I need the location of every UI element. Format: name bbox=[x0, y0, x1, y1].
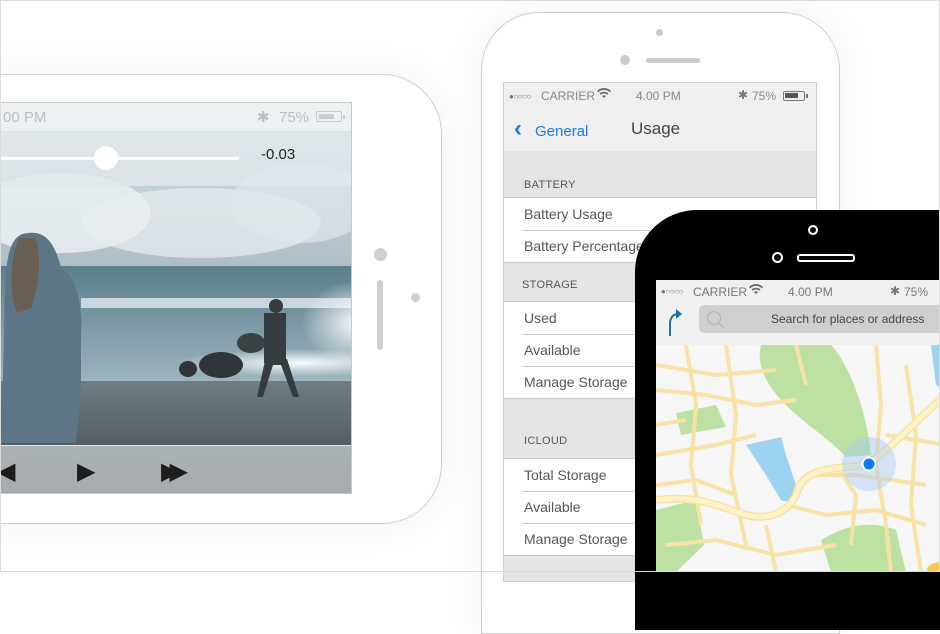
playback-controls: ◀ ▶ ▶▶ bbox=[1, 445, 351, 493]
search-placeholder: Search for places or address bbox=[771, 312, 925, 326]
back-chevron-icon[interactable]: ‹ bbox=[514, 117, 522, 141]
battery-percent: 75% bbox=[904, 285, 929, 299]
map-view[interactable] bbox=[656, 345, 940, 572]
front-camera bbox=[374, 248, 387, 261]
status-time: 00 PM bbox=[3, 109, 47, 126]
scrubber-track[interactable] bbox=[1, 157, 239, 160]
carrier-label: CARRIER bbox=[541, 89, 596, 103]
status-bar: 00 PM ✱ 75% bbox=[1, 103, 351, 131]
video-player-screen[interactable]: 00 PM ✱ 75% -0.03 ◀ ▶ ▶▶ bbox=[0, 102, 352, 494]
sensor-dot bbox=[620, 55, 630, 65]
scrubber-bar: -0.03 bbox=[1, 131, 351, 186]
battery-icon bbox=[783, 91, 805, 101]
play-button[interactable]: ▶ bbox=[77, 460, 95, 484]
status-bar: ●○○○○ CARRIER 4.00 PM ✱ 75% bbox=[656, 280, 940, 302]
section-header-battery: BATTERY bbox=[524, 179, 576, 191]
rewind-button[interactable]: ◀ bbox=[1, 460, 15, 484]
wifi-icon bbox=[597, 88, 611, 102]
front-camera bbox=[656, 29, 663, 36]
signal-strength: ●○○○○ bbox=[661, 287, 683, 296]
battery-tip bbox=[806, 94, 808, 98]
bluetooth-icon: ✱ bbox=[257, 109, 270, 126]
status-time: 4.00 PM bbox=[636, 89, 681, 103]
directions-icon[interactable] bbox=[665, 306, 685, 343]
maps-screen: ●○○○○ CARRIER 4.00 PM ✱ 75% Search for p… bbox=[656, 280, 940, 572]
scrubber-thumb[interactable] bbox=[93, 146, 118, 170]
status-bar: ●○○○○ CARRIER 4.00 PM ✱ 75% bbox=[504, 83, 816, 109]
page-title: Usage bbox=[631, 119, 681, 138]
bluetooth-icon: ✱ bbox=[738, 88, 749, 102]
navigation-bar: ‹ General Usage bbox=[504, 109, 816, 151]
carrier-label: CARRIER bbox=[693, 285, 748, 299]
front-camera bbox=[808, 225, 818, 235]
status-time: 4.00 PM bbox=[788, 285, 833, 299]
sensor-dot bbox=[772, 252, 783, 263]
search-icon bbox=[705, 309, 727, 336]
back-button[interactable]: General bbox=[535, 123, 588, 140]
speaker-grille bbox=[377, 280, 383, 350]
earpiece-speaker bbox=[797, 254, 855, 262]
fast-forward-button[interactable]: ▶▶ bbox=[161, 460, 188, 484]
sensor-dot bbox=[411, 293, 420, 302]
signal-strength: ●○○○○ bbox=[509, 92, 531, 101]
search-bar-container: Search for places or address bbox=[656, 302, 940, 346]
battery-percent: 75% bbox=[279, 109, 310, 126]
battery-tip bbox=[343, 115, 345, 119]
remaining-time: -0.03 bbox=[261, 146, 296, 163]
battery-icon bbox=[316, 111, 342, 122]
earpiece-speaker bbox=[646, 58, 700, 63]
wifi-icon bbox=[749, 284, 763, 298]
battery-percent: 75% bbox=[752, 89, 777, 103]
bluetooth-icon: ✱ bbox=[890, 284, 901, 298]
search-input[interactable]: Search for places or address bbox=[699, 305, 940, 333]
